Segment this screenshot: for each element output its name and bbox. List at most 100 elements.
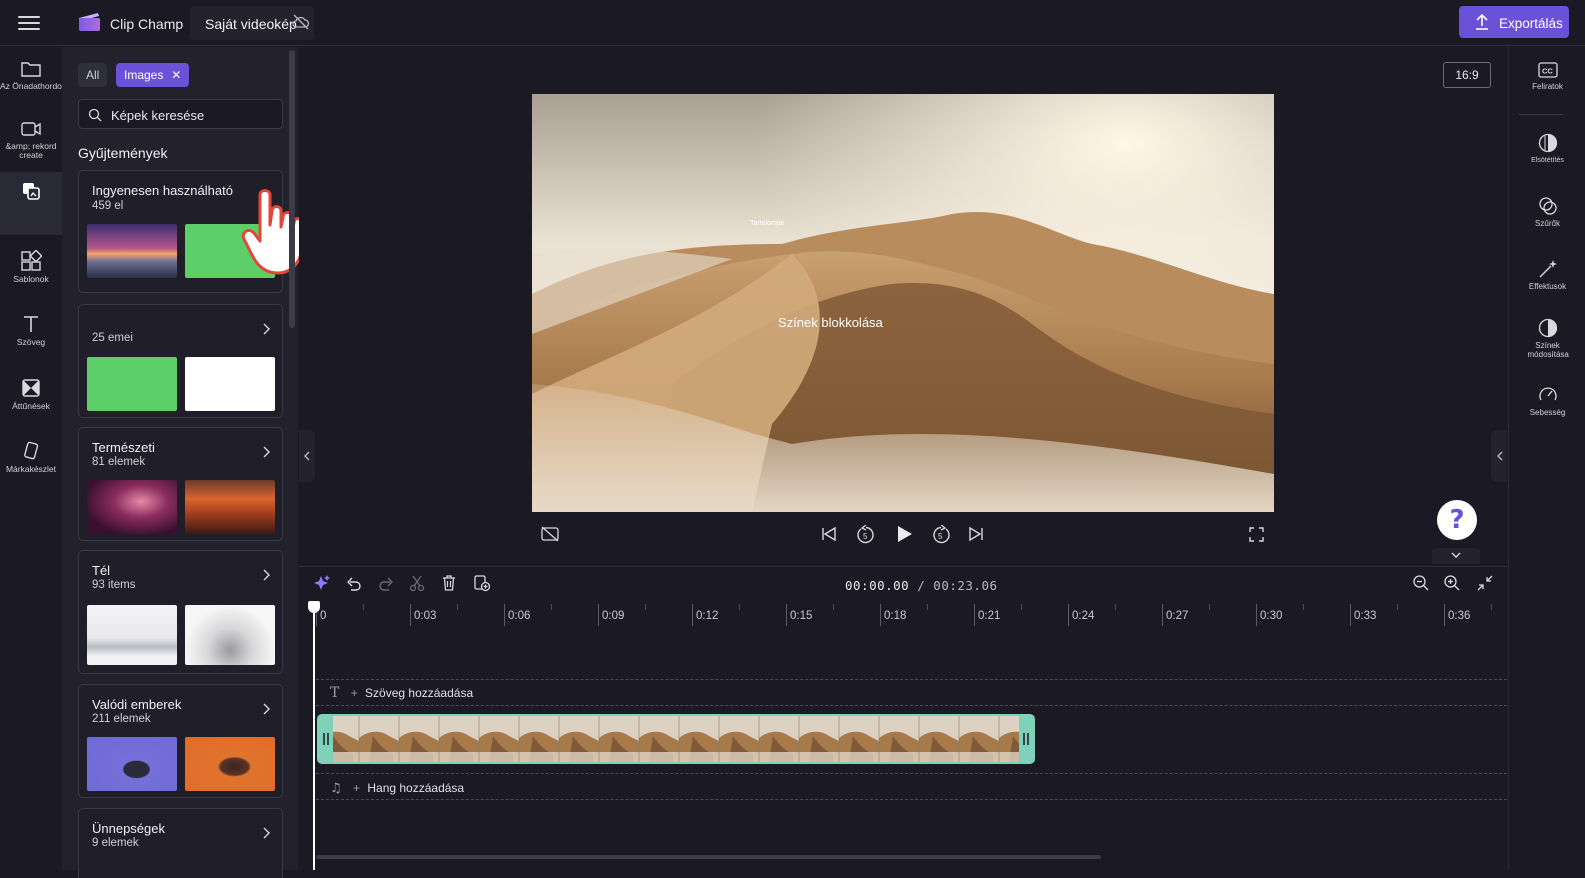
search-box[interactable] (78, 99, 283, 129)
help-button[interactable]: ? (1437, 500, 1477, 540)
filter-all-chip[interactable]: All (78, 63, 108, 87)
redo-icon[interactable] (378, 574, 394, 592)
thumbnail-image[interactable] (87, 480, 177, 534)
filter-images-chip[interactable]: Images ✕ (116, 63, 190, 87)
tool-fade[interactable]: Elsötétítés (1509, 133, 1585, 165)
skip-forward-icon[interactable] (968, 526, 984, 542)
collection-title: Tél (92, 563, 111, 578)
thumbnail-image[interactable] (87, 737, 177, 791)
split-scissors-icon[interactable] (409, 574, 425, 592)
add-text-label: Szöveg hozzáadása (365, 686, 474, 700)
skip-back-icon[interactable] (821, 526, 837, 542)
ruler-tick (598, 604, 599, 626)
collapse-left-panel-button[interactable] (299, 430, 315, 482)
nav-your-media[interactable]: Az Önadathordozója (0, 59, 78, 91)
collapse-right-panel-button[interactable] (1491, 430, 1507, 482)
add-to-timeline-icon[interactable] (473, 574, 491, 592)
export-button[interactable]: Exportálás (1459, 6, 1569, 38)
ruler-tick-label: 0:36 (1448, 610, 1471, 622)
thumbnail-image[interactable] (87, 605, 177, 665)
ruler-tick (1256, 604, 1257, 626)
brand-kit-icon (24, 441, 39, 460)
delete-icon[interactable] (441, 574, 457, 592)
ruler-tick (1350, 604, 1351, 626)
collection-card-solid[interactable]: 25 emei (78, 304, 283, 418)
search-icon (88, 108, 102, 122)
collection-title: Ingyenesen használható (92, 183, 233, 198)
zoom-in-icon[interactable] (1443, 574, 1461, 592)
tool-effects[interactable]: Effektusok (1509, 259, 1585, 291)
chevron-left-icon (1497, 451, 1503, 461)
ruler-tick (692, 604, 693, 626)
collection-card-nature[interactable]: Természeti 81 elemek (78, 427, 283, 541)
nav-transitions[interactable]: Áttűnések (0, 377, 62, 411)
nav-record-create[interactable]: &amp; rekord create (0, 119, 62, 160)
thumbnail-image[interactable] (185, 737, 275, 791)
ruler-tick (410, 604, 411, 626)
playhead-handle[interactable] (308, 601, 320, 613)
left-nav-rail: Az Önadathordozója &amp; rekord create S… (0, 47, 78, 870)
aspect-ratio-button[interactable]: 16:9 (1443, 62, 1491, 88)
tool-captions[interactable]: CC Feliratok (1509, 61, 1585, 91)
chevron-right-icon (263, 703, 270, 715)
clip-trim-handle-right[interactable] (1019, 716, 1033, 762)
collection-count: 9 elemek (92, 837, 139, 849)
clip-frame (558, 716, 599, 762)
collection-card-winter[interactable]: Tél 93 items (78, 550, 283, 674)
nav-text[interactable]: Szöveg (0, 313, 62, 347)
ruler-minor-tick (645, 604, 646, 610)
video-clip[interactable] (317, 714, 1035, 764)
cloud-off-icon (292, 14, 310, 30)
video-preview[interactable] (532, 94, 1274, 512)
add-text-track[interactable]: T + Szöveg hozzáadása (330, 685, 473, 701)
add-audio-label: Hang hozzáadása (367, 781, 465, 795)
captions-icon: CC (1537, 62, 1558, 78)
ruler-tick-label: 0:18 (884, 610, 907, 622)
tool-adjust-colors[interactable]: Színek módosítása (1509, 318, 1585, 359)
forward-5-icon[interactable]: 5 (931, 525, 951, 545)
tool-speed[interactable]: Sebesség (1509, 385, 1585, 417)
fullscreen-icon[interactable] (1249, 527, 1264, 542)
menu-icon[interactable] (18, 12, 40, 32)
clipchamp-logo-icon (78, 12, 100, 32)
ruler-tick-label: 0 (320, 610, 327, 622)
clip-frame (478, 716, 519, 762)
rewind-5-icon[interactable]: 5 (856, 525, 876, 545)
collection-title: Valódi emberek (92, 697, 182, 712)
zoom-out-icon[interactable] (1412, 574, 1430, 592)
nav-content-library[interactable] (0, 172, 62, 235)
collapse-preview-button[interactable] (1432, 548, 1480, 564)
thumbnail-image[interactable] (87, 224, 177, 278)
ai-sparkle-icon[interactable] (314, 574, 330, 592)
ruler-tick (1444, 604, 1445, 626)
playhead[interactable] (313, 601, 315, 870)
search-input[interactable] (109, 105, 277, 125)
timeline-ruler[interactable]: 0 0:03 0:06 0:09 0:12 0:15 0:18 0:21 0:24 0:27 0:3… (316, 604, 1507, 626)
ruler-tick-label: 0:15 (790, 610, 813, 622)
close-icon[interactable]: ✕ (171, 63, 181, 87)
nav-brand-kit[interactable]: Márkakészlet (0, 440, 62, 474)
timeline-horizontal-scrollbar[interactable] (316, 855, 1101, 859)
collection-card-real-people[interactable]: Valódi emberek 211 elemek (78, 684, 283, 798)
undo-icon[interactable] (346, 574, 362, 592)
play-icon[interactable] (894, 524, 914, 544)
project-name[interactable]: Saját videokép (205, 16, 297, 32)
fit-timeline-icon[interactable] (1476, 574, 1494, 592)
ruler-minor-tick (1491, 604, 1492, 610)
add-audio-track[interactable]: ♫ + Hang hozzáadása (330, 781, 464, 796)
clip-frame (758, 716, 799, 762)
thumbnail-image[interactable] (87, 357, 177, 411)
thumbnail-image[interactable] (185, 357, 275, 411)
thumbnail-image[interactable] (185, 605, 275, 665)
thumbnail-image[interactable] (185, 480, 275, 534)
ruler-tick (504, 604, 505, 626)
fade-icon (1538, 133, 1557, 153)
collection-card-holidays[interactable]: Ünnepségek 9 elemek (78, 808, 283, 878)
tool-filters[interactable]: Szűrők (1509, 196, 1585, 228)
captions-off-icon[interactable] (541, 526, 559, 542)
nav-templates[interactable]: Sablonok (0, 250, 62, 284)
clip-trim-handle-left[interactable] (319, 716, 333, 762)
templates-icon (21, 250, 42, 271)
clip-frame (958, 716, 999, 762)
panel-scrollbar[interactable] (289, 50, 295, 328)
